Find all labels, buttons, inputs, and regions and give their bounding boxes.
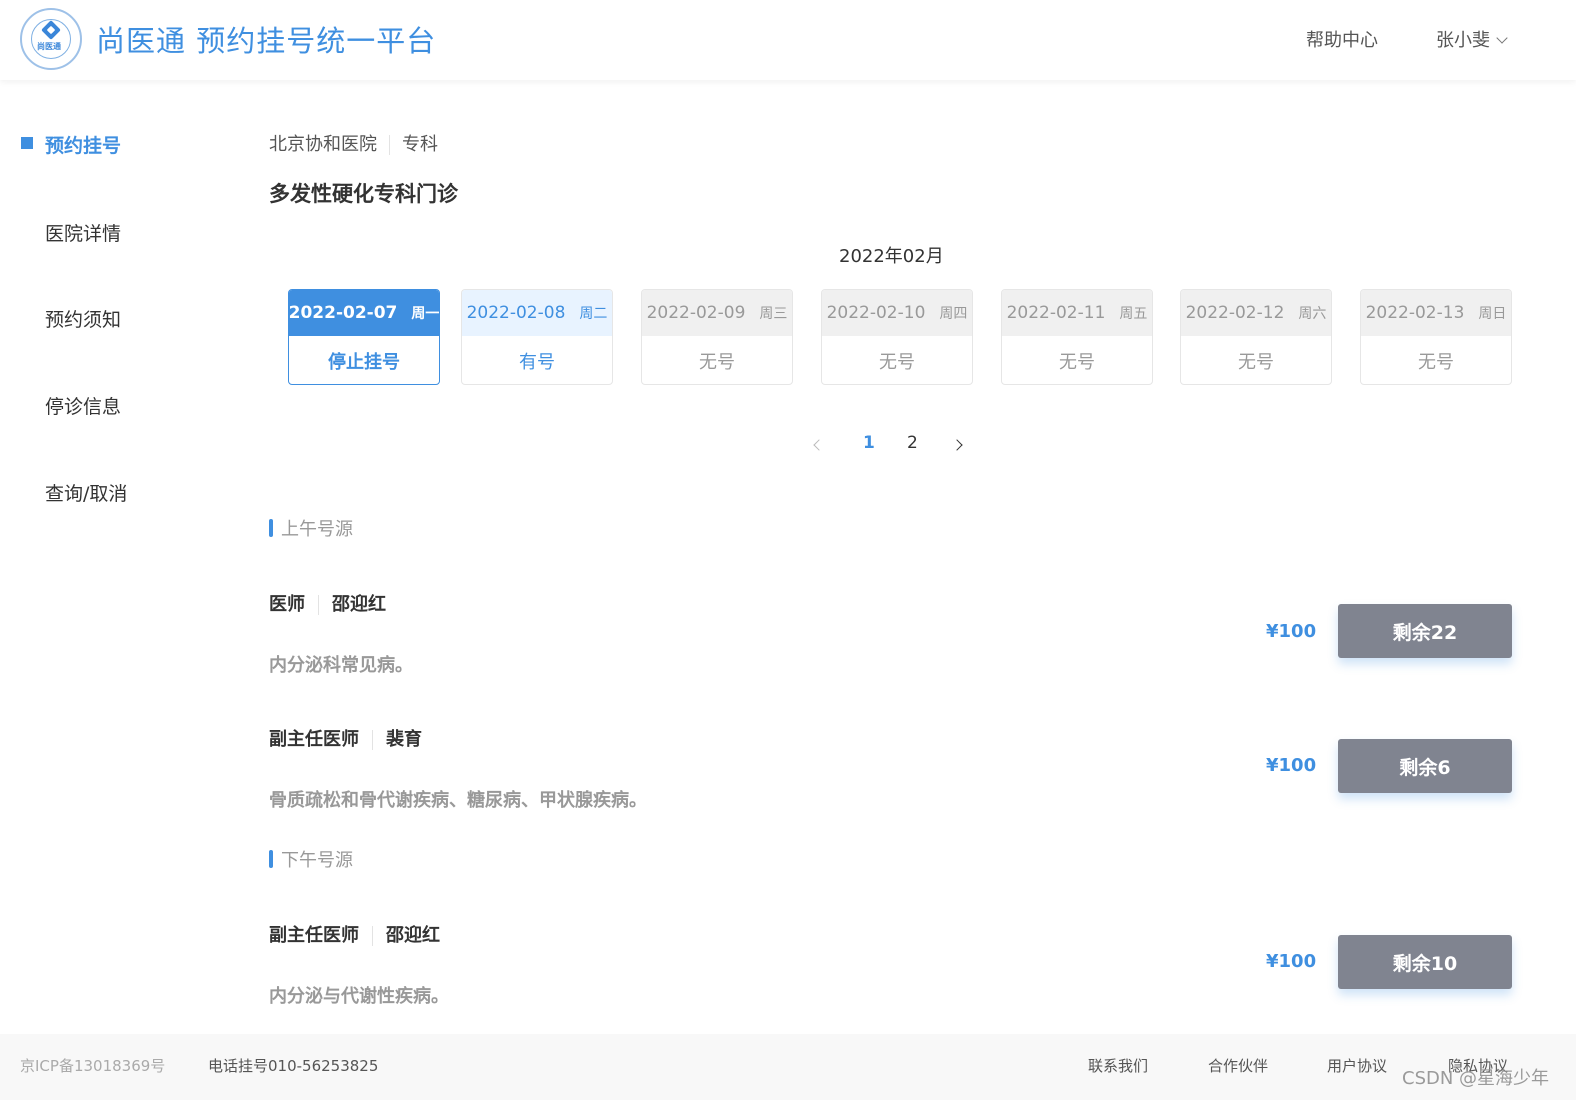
doctor-name: 邵迎红 bbox=[386, 925, 440, 946]
date-card-header: 2022-02-08 周二 bbox=[462, 290, 612, 336]
sidebar-item-booking-notice[interactable]: 预约须知 bbox=[45, 305, 121, 332]
doctor-title: 医师 bbox=[269, 594, 305, 615]
weekday-text: 周一 bbox=[411, 306, 440, 322]
date-card[interactable]: 2022-02-10 周四 无号 bbox=[821, 289, 973, 385]
sidebar-item-query-cancel[interactable]: 查询/取消 bbox=[45, 479, 127, 506]
date-card[interactable]: 2022-02-07 周一 停止挂号 bbox=[288, 289, 440, 385]
footer-phone: 电话挂号010-56253825 bbox=[208, 1057, 379, 1075]
page-1-button[interactable]: 1 bbox=[863, 433, 875, 453]
doctor-title: 副主任医师 bbox=[269, 925, 359, 946]
date-card[interactable]: 2022-02-08 周二 有号 bbox=[461, 289, 613, 385]
doctor-specialty: 内分泌与代谢性疾病。 bbox=[269, 986, 449, 1007]
chevron-down-icon bbox=[1496, 32, 1508, 44]
prev-page-icon[interactable] bbox=[813, 439, 825, 451]
site-brand[interactable]: 尚医通 预约挂号统一平台 bbox=[96, 18, 436, 60]
help-center-link[interactable]: 帮助中心 bbox=[1306, 26, 1378, 52]
breadcrumb-category[interactable]: 专科 bbox=[402, 134, 438, 155]
date-text: 2022-02-07 bbox=[288, 303, 398, 323]
active-indicator-icon bbox=[21, 137, 33, 149]
weekday-text: 周五 bbox=[1119, 306, 1148, 322]
logo[interactable]: 尚医通 bbox=[20, 8, 82, 70]
date-status: 停止挂号 bbox=[328, 352, 400, 373]
weekday-text: 周六 bbox=[1298, 306, 1327, 322]
month-label: 2022年02月 bbox=[839, 246, 944, 267]
doctor-name: 裴育 bbox=[386, 729, 422, 750]
date-card[interactable]: 2022-02-11 周五 无号 bbox=[1001, 289, 1153, 385]
sidebar-item-appointment[interactable]: 预约挂号 bbox=[45, 131, 121, 158]
doctor-name: 邵迎红 bbox=[332, 594, 386, 615]
price: ¥100 bbox=[1266, 951, 1317, 972]
date-card-header: 2022-02-07 周一 bbox=[289, 290, 439, 336]
afternoon-section-header: 下午号源 bbox=[269, 846, 353, 872]
next-page-icon[interactable] bbox=[951, 439, 963, 451]
date-status: 有号 bbox=[519, 352, 555, 373]
price: ¥100 bbox=[1266, 621, 1317, 642]
remaining-slots-button[interactable]: 剩余6 bbox=[1338, 739, 1512, 793]
doctor-specialty: 骨质疏松和骨代谢疾病、糖尿病、甲状腺疾病。 bbox=[269, 790, 647, 811]
sidebar-item-hospital-details[interactable]: 医院详情 bbox=[45, 219, 121, 246]
footer-link-terms[interactable]: 用户协议 bbox=[1327, 1055, 1387, 1076]
weekday-text: 周三 bbox=[759, 306, 788, 322]
date-status: 无号 bbox=[1418, 352, 1454, 373]
date-text: 2022-02-09 bbox=[646, 303, 746, 323]
divider bbox=[372, 926, 373, 946]
date-status: 无号 bbox=[879, 352, 915, 373]
top-header: 尚医通 尚医通 预约挂号统一平台 帮助中心 张小斐 bbox=[0, 0, 1576, 80]
morning-section-header: 上午号源 bbox=[269, 515, 353, 541]
doctor-title-name: 副主任医师 邵迎红 bbox=[269, 921, 440, 947]
department-title: 多发性硬化专科门诊 bbox=[269, 182, 458, 206]
date-card-header: 2022-02-09 周三 bbox=[642, 290, 792, 336]
weekday-text: 周四 bbox=[939, 306, 968, 322]
user-name: 张小斐 bbox=[1436, 30, 1490, 51]
sidebar-item-suspension-info[interactable]: 停诊信息 bbox=[45, 392, 121, 419]
watermark: CSDN @星海少年 bbox=[1402, 1068, 1550, 1089]
date-card-header: 2022-02-10 周四 bbox=[822, 290, 972, 336]
date-text: 2022-02-10 bbox=[826, 303, 926, 323]
date-text: 2022-02-08 bbox=[466, 303, 566, 323]
doctor-title-name: 医师 邵迎红 bbox=[269, 590, 386, 616]
footer-icp: 京ICP备13018369号 bbox=[20, 1057, 166, 1075]
doctor-specialty: 内分泌科常见病。 bbox=[269, 655, 413, 676]
date-text: 2022-02-13 bbox=[1365, 303, 1465, 323]
breadcrumb-divider bbox=[389, 135, 390, 155]
date-card-header: 2022-02-11 周五 bbox=[1002, 290, 1152, 336]
date-text: 2022-02-12 bbox=[1185, 303, 1285, 323]
divider bbox=[372, 730, 373, 750]
breadcrumb-hospital[interactable]: 北京协和医院 bbox=[269, 134, 377, 155]
section-marker-icon bbox=[269, 519, 273, 537]
price: ¥100 bbox=[1266, 755, 1317, 776]
remaining-slots-button[interactable]: 剩余22 bbox=[1338, 604, 1512, 658]
date-card-header: 2022-02-13 周日 bbox=[1361, 290, 1511, 336]
user-menu[interactable]: 张小斐 bbox=[1436, 26, 1508, 52]
footer-link-partners[interactable]: 合作伙伴 bbox=[1208, 1055, 1268, 1076]
divider bbox=[318, 595, 319, 615]
weekday-text: 周二 bbox=[579, 306, 608, 322]
footer-link-contact[interactable]: 联系我们 bbox=[1088, 1055, 1148, 1076]
remaining-slots-button[interactable]: 剩余10 bbox=[1338, 935, 1512, 989]
doctor-title-name: 副主任医师 裴育 bbox=[269, 725, 422, 751]
breadcrumb: 北京协和医院 专科 bbox=[269, 130, 438, 156]
date-status: 无号 bbox=[1238, 352, 1274, 373]
page-2-button[interactable]: 2 bbox=[907, 433, 918, 453]
section-label: 下午号源 bbox=[281, 850, 353, 871]
date-card-header: 2022-02-12 周六 bbox=[1181, 290, 1331, 336]
section-marker-icon bbox=[269, 850, 273, 868]
date-card[interactable]: 2022-02-09 周三 无号 bbox=[641, 289, 793, 385]
weekday-text: 周日 bbox=[1478, 306, 1507, 322]
date-text: 2022-02-11 bbox=[1006, 303, 1106, 323]
logo-text: 尚医通 bbox=[37, 42, 61, 51]
date-card[interactable]: 2022-02-12 周六 无号 bbox=[1180, 289, 1332, 385]
doctor-title: 副主任医师 bbox=[269, 729, 359, 750]
section-label: 上午号源 bbox=[281, 519, 353, 540]
date-status: 无号 bbox=[1059, 352, 1095, 373]
date-card[interactable]: 2022-02-13 周日 无号 bbox=[1360, 289, 1512, 385]
date-status: 无号 bbox=[699, 352, 735, 373]
